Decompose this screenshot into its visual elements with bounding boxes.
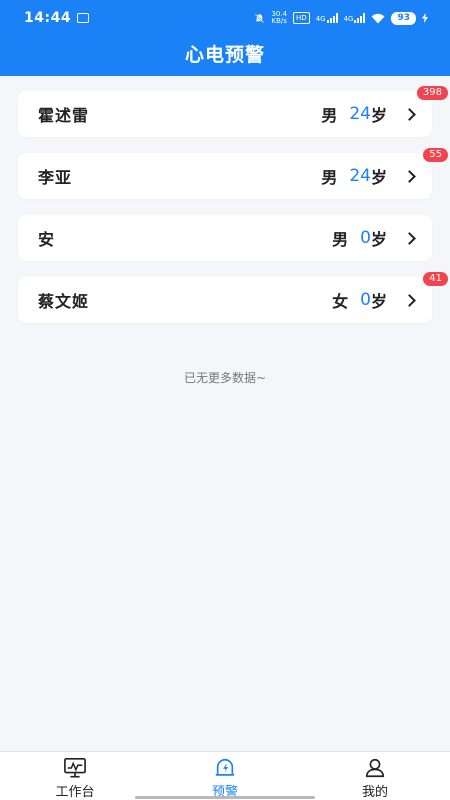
- chevron-right-icon: [403, 293, 416, 307]
- tab-workbench[interactable]: 工作台: [0, 752, 150, 800]
- age-unit: 岁: [370, 168, 387, 187]
- app-header: 14:44 30.4 KB/s HD 4G 4G 93 心电预警: [0, 0, 450, 76]
- gallery-notification-icon: [77, 13, 90, 23]
- patient-name: 霍述雷: [38, 106, 90, 125]
- bottom-tab-bar: 工作台 预警 我的: [0, 751, 450, 800]
- patient-name: 李亚: [38, 168, 73, 187]
- signal-bars-icon: [354, 13, 366, 23]
- tab-alerts[interactable]: 预警: [150, 752, 300, 800]
- charging-icon: [422, 13, 428, 23]
- network-speed: 30.4 KB/s: [271, 10, 288, 25]
- page-title: 心电预警: [184, 44, 265, 66]
- alarm-bell-icon: [215, 758, 235, 776]
- user-icon: [365, 758, 385, 778]
- patient-gender: 男: [321, 168, 338, 187]
- patient-age: 24: [349, 104, 371, 124]
- list-item[interactable]: 李亚 男 24 岁 55: [18, 148, 448, 199]
- home-indicator[interactable]: [135, 796, 315, 799]
- hd-badge: HD: [293, 12, 310, 24]
- age-unit: 岁: [370, 106, 387, 125]
- patient-gender: 男: [332, 230, 349, 249]
- status-bar: 14:44 30.4 KB/s HD 4G 4G 93: [0, 0, 450, 36]
- tab-label: 我的: [361, 785, 388, 800]
- list-end-text: 已无更多数据~: [183, 371, 267, 385]
- patient-gender: 男: [321, 106, 338, 125]
- list-item[interactable]: 霍述雷 男 24 岁 398: [18, 86, 448, 137]
- chevron-right-icon: [403, 231, 416, 245]
- monitor-icon: [64, 758, 86, 778]
- chevron-right-icon: [403, 169, 416, 183]
- mute-bell-icon: [255, 13, 265, 23]
- signal-bars-icon: [326, 13, 338, 23]
- list-item[interactable]: 蔡文姬 女 0 岁 41: [18, 272, 448, 323]
- wifi-icon: [371, 13, 385, 23]
- alert-count-badge: 398: [416, 86, 448, 100]
- patient-age: 0: [360, 290, 371, 310]
- patient-age: 0: [360, 228, 371, 248]
- age-unit: 岁: [370, 292, 387, 311]
- alert-count-badge: 41: [423, 272, 448, 286]
- signal-2: 4G: [344, 13, 366, 23]
- alert-list: 霍述雷 男 24 岁 398 李亚 男 24 岁 55 安 男 0 岁 蔡文姬 …: [18, 86, 448, 339]
- tab-label: 工作台: [55, 785, 95, 800]
- status-time: 14:44: [24, 10, 72, 26]
- battery-level: 93: [391, 11, 416, 25]
- status-indicators: 30.4 KB/s HD 4G 4G 93: [254, 11, 428, 25]
- tab-mine[interactable]: 我的: [300, 752, 450, 800]
- patient-gender: 女: [332, 292, 349, 311]
- patient-name: 蔡文姬: [38, 292, 90, 311]
- chevron-right-icon: [403, 107, 416, 121]
- list-item[interactable]: 安 男 0 岁: [18, 215, 432, 261]
- patient-name: 安: [38, 230, 56, 249]
- patient-age: 24: [349, 166, 371, 186]
- alert-count-badge: 55: [423, 148, 448, 162]
- signal-1: 4G: [316, 13, 338, 23]
- age-unit: 岁: [370, 230, 387, 249]
